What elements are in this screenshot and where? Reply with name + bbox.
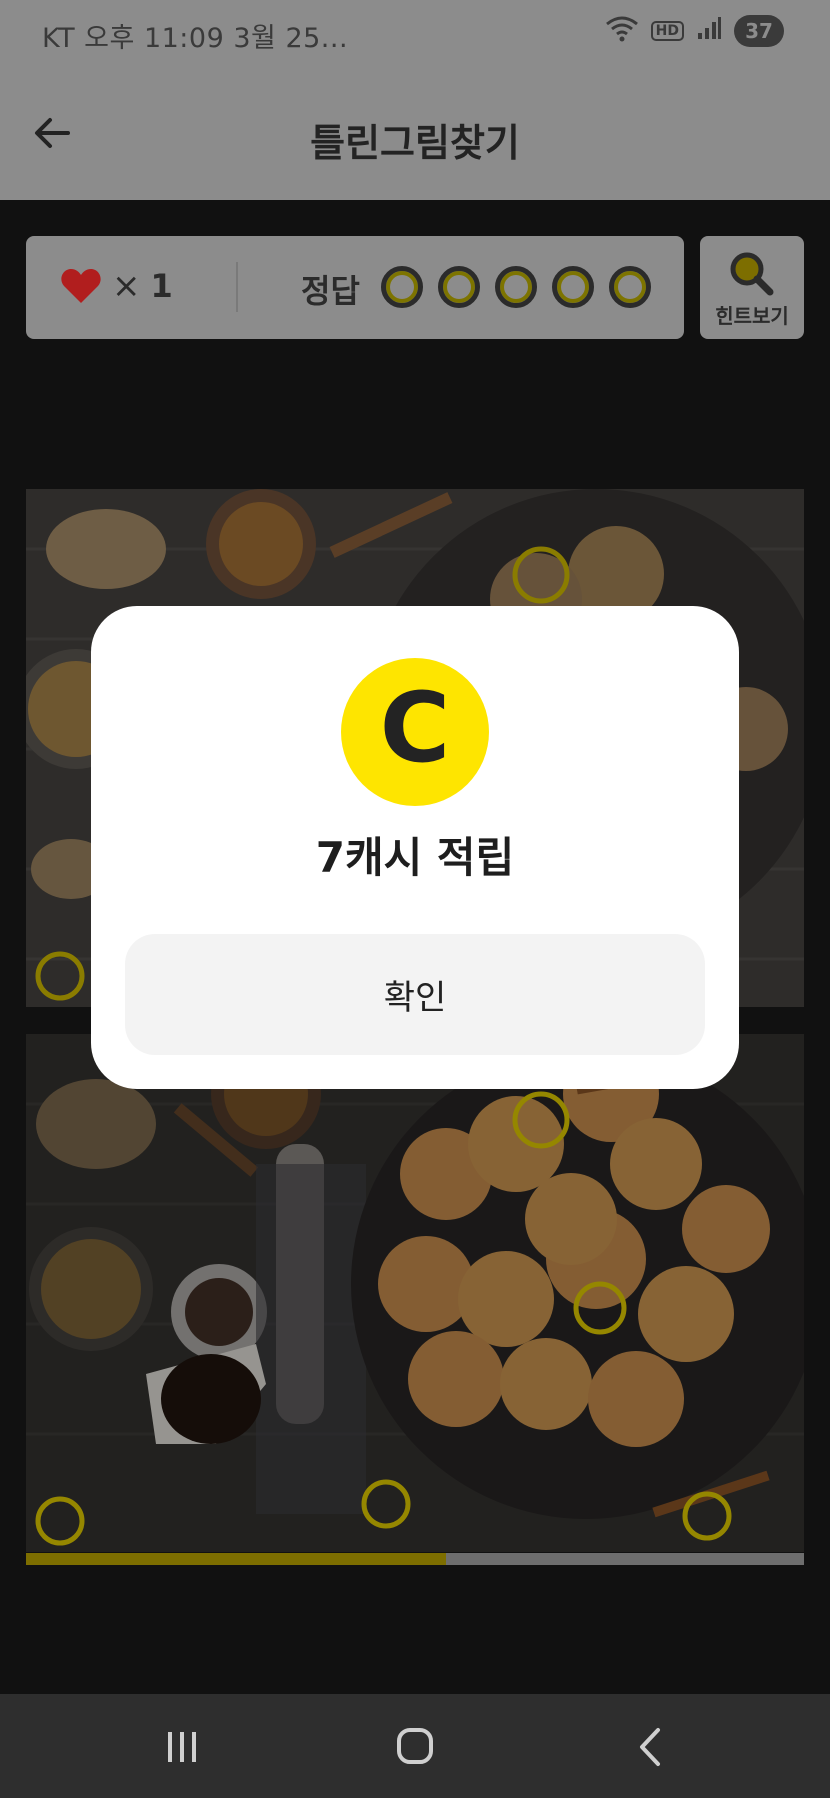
hd-badge: HD xyxy=(650,21,684,41)
app-header: 틀린그림찾기 xyxy=(0,66,830,200)
answer-label: 정답 xyxy=(301,272,360,310)
carrier-time-date: KT 오후 11:09 3월 25... xyxy=(42,23,349,54)
page-title: 틀린그림찾기 xyxy=(310,121,520,165)
lives-counter: × 1 xyxy=(60,266,173,306)
hint-label: 힌트보기 xyxy=(715,304,789,328)
reward-modal: C 7캐시 적립 확인 xyxy=(91,606,739,1089)
wifi-icon xyxy=(605,14,639,48)
answer-slot xyxy=(438,266,480,308)
times-sign: × xyxy=(112,266,141,306)
answer-slot xyxy=(495,266,537,308)
hint-button[interactable]: 힌트보기 xyxy=(700,236,804,339)
score-panel: × 1 정답 xyxy=(26,236,684,339)
cash-coin-icon: C xyxy=(341,658,489,806)
reward-message: 7캐시 적립 xyxy=(315,833,515,882)
home-button[interactable] xyxy=(385,1722,445,1772)
time-progress-bar xyxy=(26,1553,804,1565)
battery-indicator: 37 xyxy=(734,15,784,47)
time-progress-fill xyxy=(26,1553,447,1565)
system-back-button[interactable] xyxy=(620,1722,680,1772)
home-icon xyxy=(397,1728,433,1764)
back-chevron-icon xyxy=(640,1728,660,1766)
confirm-button[interactable]: 확인 xyxy=(125,934,705,1055)
answer-slots xyxy=(381,266,651,308)
recents-icon xyxy=(168,1732,196,1762)
answer-slot xyxy=(381,266,423,308)
answer-slot xyxy=(609,266,651,308)
recents-button[interactable] xyxy=(152,1722,212,1772)
signal-icon xyxy=(696,15,722,47)
magnifier-icon xyxy=(730,252,774,296)
lives-count: 1 xyxy=(150,267,173,305)
coin-letter: C xyxy=(379,672,451,784)
score-divider xyxy=(236,262,238,312)
puzzle-image-modified[interactable] xyxy=(26,1034,804,1552)
heart-icon xyxy=(61,269,101,303)
status-icons: HD 37 xyxy=(605,14,784,48)
answer-slot xyxy=(552,266,594,308)
system-nav-bar xyxy=(0,1694,830,1798)
status-bar: KT 오후 11:09 3월 25... HD 37 xyxy=(0,0,830,66)
